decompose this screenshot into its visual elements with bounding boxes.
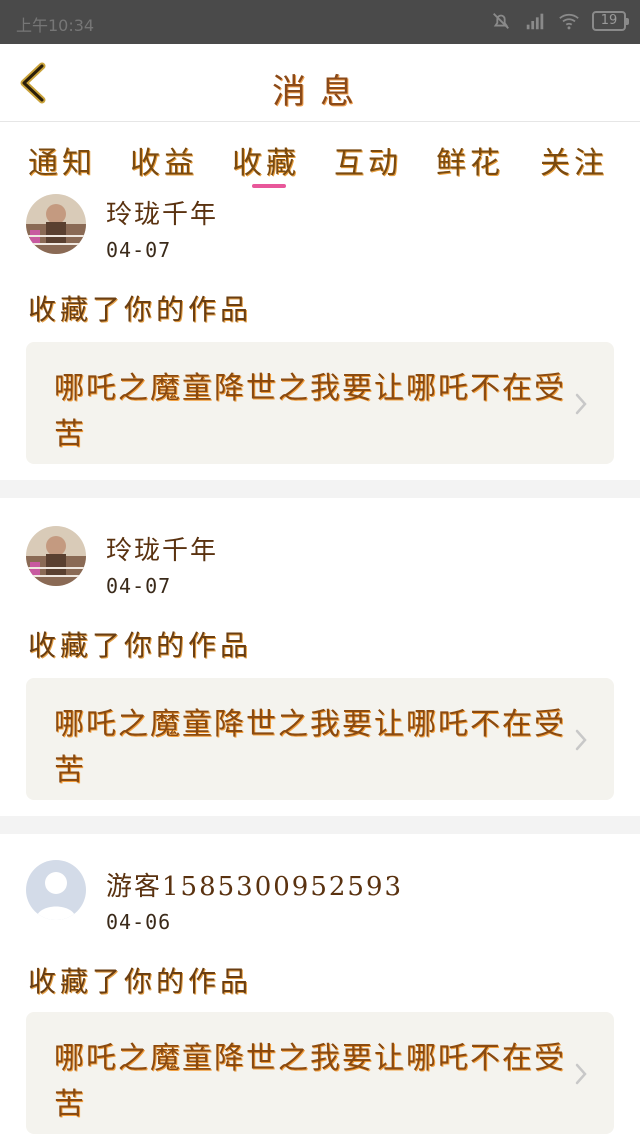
username[interactable]: 玲珑千年 bbox=[106, 194, 218, 231]
message-action: 收藏了你的作品 bbox=[28, 965, 253, 998]
navigation-bar: 消息 bbox=[0, 44, 640, 122]
wifi-icon bbox=[559, 13, 579, 30]
tab-notifications[interactable]: 通知 bbox=[28, 138, 96, 182]
tab-flowers[interactable]: 鲜花 bbox=[436, 138, 504, 182]
page-title: 消息 bbox=[272, 72, 368, 112]
message-action: 收藏了你的作品 bbox=[28, 629, 253, 662]
work-link[interactable]: 哪吒之魔童降世之我要让哪吒不在受苦 bbox=[26, 678, 614, 800]
tab-bar: 通知 收益 收藏 互动 鲜花 关注 bbox=[0, 134, 640, 190]
user-photo-icon bbox=[26, 194, 86, 254]
tab-favorites[interactable]: 收藏 bbox=[232, 138, 300, 182]
battery-icon: 19 bbox=[592, 11, 629, 31]
avatar[interactable] bbox=[26, 860, 86, 920]
message-card: 玲珑千年 04-07 收藏了你的作品 哪吒之魔童降世之我要让哪吒不在受苦 bbox=[0, 498, 640, 816]
message-date: 04-07 bbox=[106, 574, 172, 598]
username[interactable]: 玲珑千年 bbox=[106, 530, 218, 567]
tab-following[interactable]: 关注 bbox=[540, 138, 608, 182]
message-date: 04-07 bbox=[106, 238, 172, 262]
work-title: 哪吒之魔童降世之我要让哪吒不在受苦 bbox=[54, 371, 566, 452]
status-icons: 19 bbox=[490, 10, 629, 32]
status-bar: 上午10:34 19 bbox=[0, 0, 640, 44]
message-card: 游客1585300952593 04-06 收藏了你的作品 哪吒之魔童降世之我要… bbox=[0, 834, 640, 1138]
avatar[interactable] bbox=[26, 526, 86, 586]
mute-bell-icon bbox=[493, 13, 509, 29]
user-photo-icon bbox=[26, 526, 86, 586]
work-link[interactable]: 哪吒之魔童降世之我要让哪吒不在受苦 bbox=[26, 342, 614, 464]
tab-interactions[interactable]: 互动 bbox=[334, 138, 402, 182]
signal-icon bbox=[526, 13, 544, 30]
default-avatar-icon bbox=[26, 860, 86, 920]
card-divider bbox=[0, 816, 640, 834]
tab-earnings[interactable]: 收益 bbox=[130, 138, 198, 182]
status-time: 上午10:34 bbox=[16, 16, 95, 35]
message-card: 玲珑千年 04-07 收藏了你的作品 哪吒之魔童降世之我要让哪吒不在受苦 bbox=[0, 190, 640, 480]
card-divider bbox=[0, 480, 640, 498]
work-title: 哪吒之魔童降世之我要让哪吒不在受苦 bbox=[54, 1041, 566, 1122]
work-title: 哪吒之魔童降世之我要让哪吒不在受苦 bbox=[54, 707, 566, 788]
username[interactable]: 游客1585300952593 bbox=[106, 866, 403, 903]
chevron-right-icon bbox=[575, 729, 587, 751]
avatar[interactable] bbox=[26, 194, 86, 254]
active-tab-indicator bbox=[252, 184, 286, 188]
chevron-right-icon bbox=[575, 1063, 587, 1085]
message-action: 收藏了你的作品 bbox=[28, 293, 253, 326]
message-date: 04-06 bbox=[106, 910, 172, 934]
chevron-right-icon bbox=[575, 393, 587, 415]
work-link[interactable]: 哪吒之魔童降世之我要让哪吒不在受苦 bbox=[26, 1012, 614, 1134]
